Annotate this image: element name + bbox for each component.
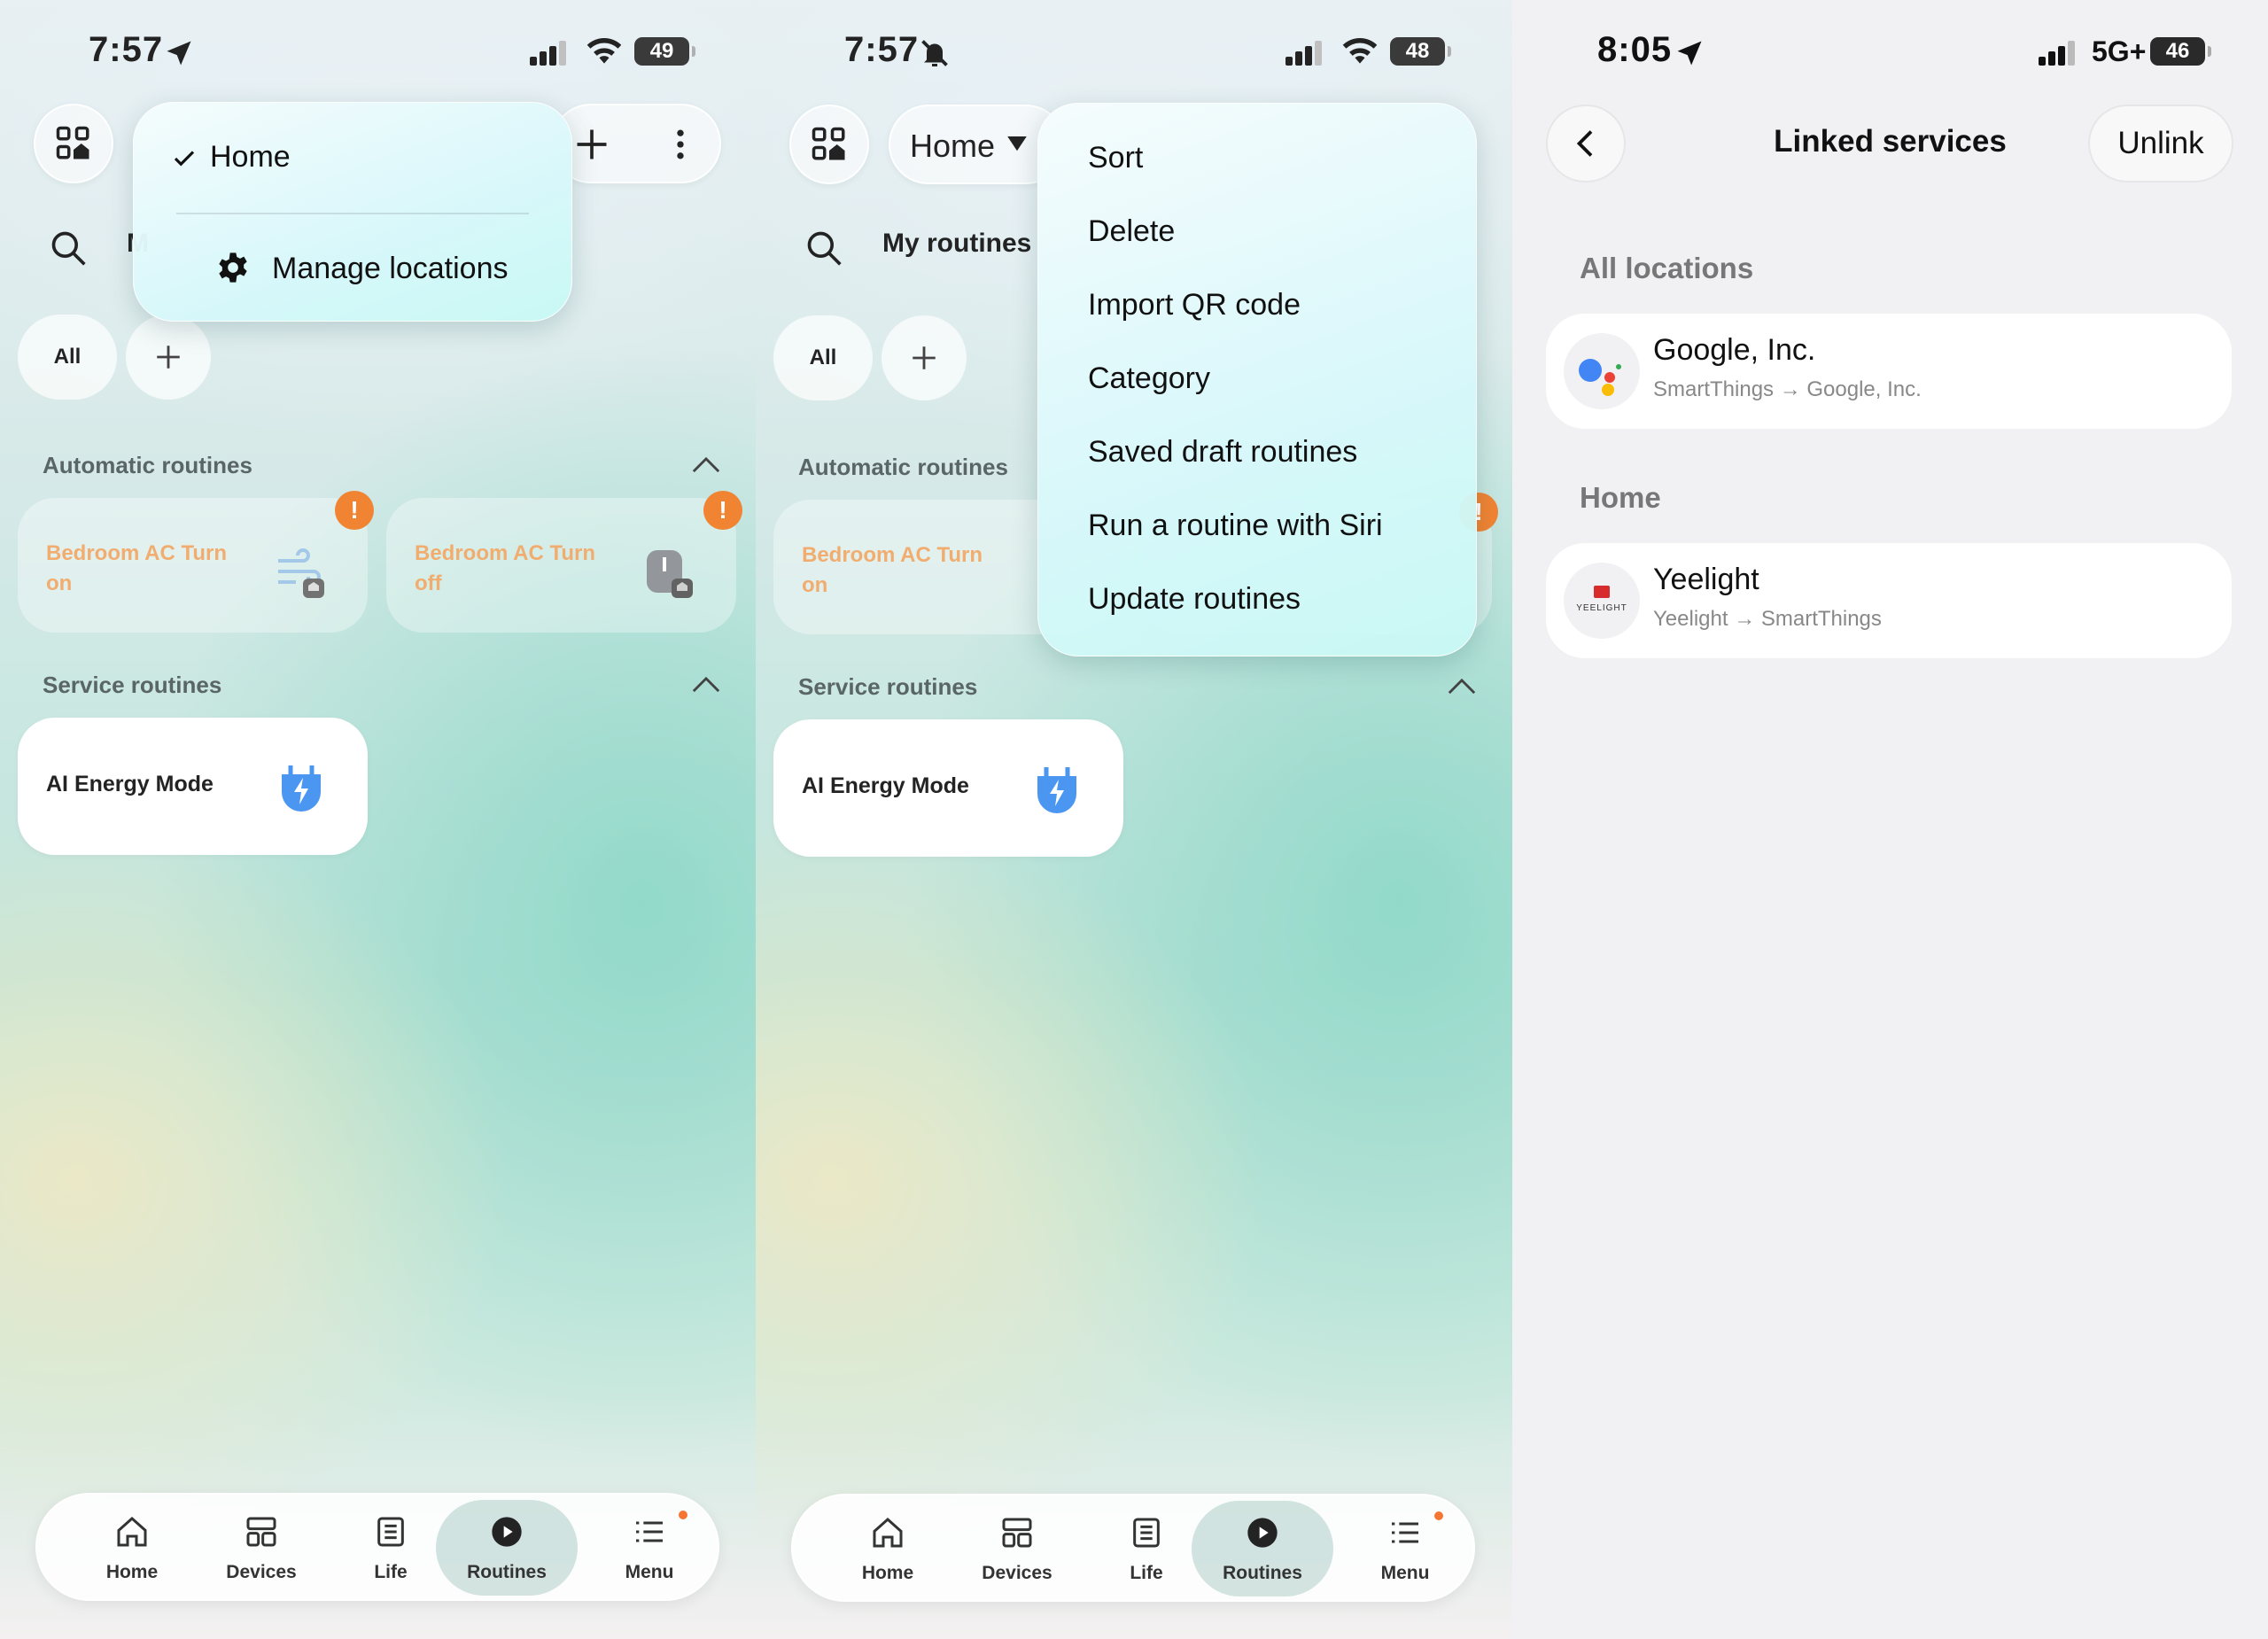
group-title-home: Home	[1580, 481, 1661, 514]
menu-item-sort[interactable]: Sort	[1088, 141, 1143, 175]
yeelight-logo: YEELIGHT	[1564, 563, 1640, 639]
service-name: Yeelight	[1653, 563, 1759, 596]
service-direction: SmartThings → Google, Inc.	[1653, 377, 1922, 401]
linked-service-yeelight[interactable]: YEELIGHT Yeelight Yeelight → SmartThings	[1546, 543, 2232, 658]
routines-screen-location-menu: 7:57 49 M All Automatic routines Bedroom…	[0, 0, 756, 1639]
gear-icon	[219, 252, 247, 283]
linked-services-screen: 8:05 5G+ 46 Linked services Unlink All l…	[1512, 0, 2268, 1639]
linked-service-google[interactable]: Google, Inc. SmartThings → Google, Inc.	[1546, 314, 2232, 429]
divider	[176, 213, 529, 214]
google-assistant-logo	[1564, 333, 1640, 409]
menu-item-saved-drafts[interactable]: Saved draft routines	[1088, 435, 1357, 470]
menu-item-update-routines[interactable]: Update routines	[1088, 582, 1301, 617]
yeelight-logo-text: YEELIGHT	[1576, 603, 1627, 613]
group-title-all-locations: All locations	[1580, 252, 1754, 284]
location-dropdown: Home Manage locations	[133, 102, 572, 322]
google-assistant-icon	[1579, 359, 1621, 396]
network-type: 5G+	[2092, 35, 2147, 67]
menu-item-import-qr[interactable]: Import QR code	[1088, 288, 1301, 322]
manage-locations-option[interactable]: Manage locations	[272, 252, 509, 286]
menu-item-category[interactable]: Category	[1088, 361, 1210, 396]
location-arrow-icon	[1677, 41, 1702, 66]
status-time: 8:05	[1597, 30, 1673, 69]
routines-options-menu: Sort Delete Import QR code Category Save…	[1037, 103, 1477, 656]
location-option-home[interactable]: Home	[210, 140, 291, 175]
checkmark-icon	[174, 151, 195, 167]
service-name: Google, Inc.	[1653, 333, 1816, 367]
battery-indicator: 46	[2150, 37, 2211, 66]
routines-screen-options-menu: 7:57 48 Home My routines All Automatic r…	[756, 0, 1512, 1639]
service-direction: Yeelight → SmartThings	[1653, 607, 1882, 631]
menu-item-run-with-siri[interactable]: Run a routine with Siri	[1088, 509, 1383, 543]
unlink-button[interactable]: Unlink	[2088, 105, 2233, 183]
cellular-signal-icon	[2039, 39, 2079, 66]
status-bar: 8:05 5G+ 46	[1512, 27, 2268, 76]
menu-item-delete[interactable]: Delete	[1088, 214, 1175, 249]
